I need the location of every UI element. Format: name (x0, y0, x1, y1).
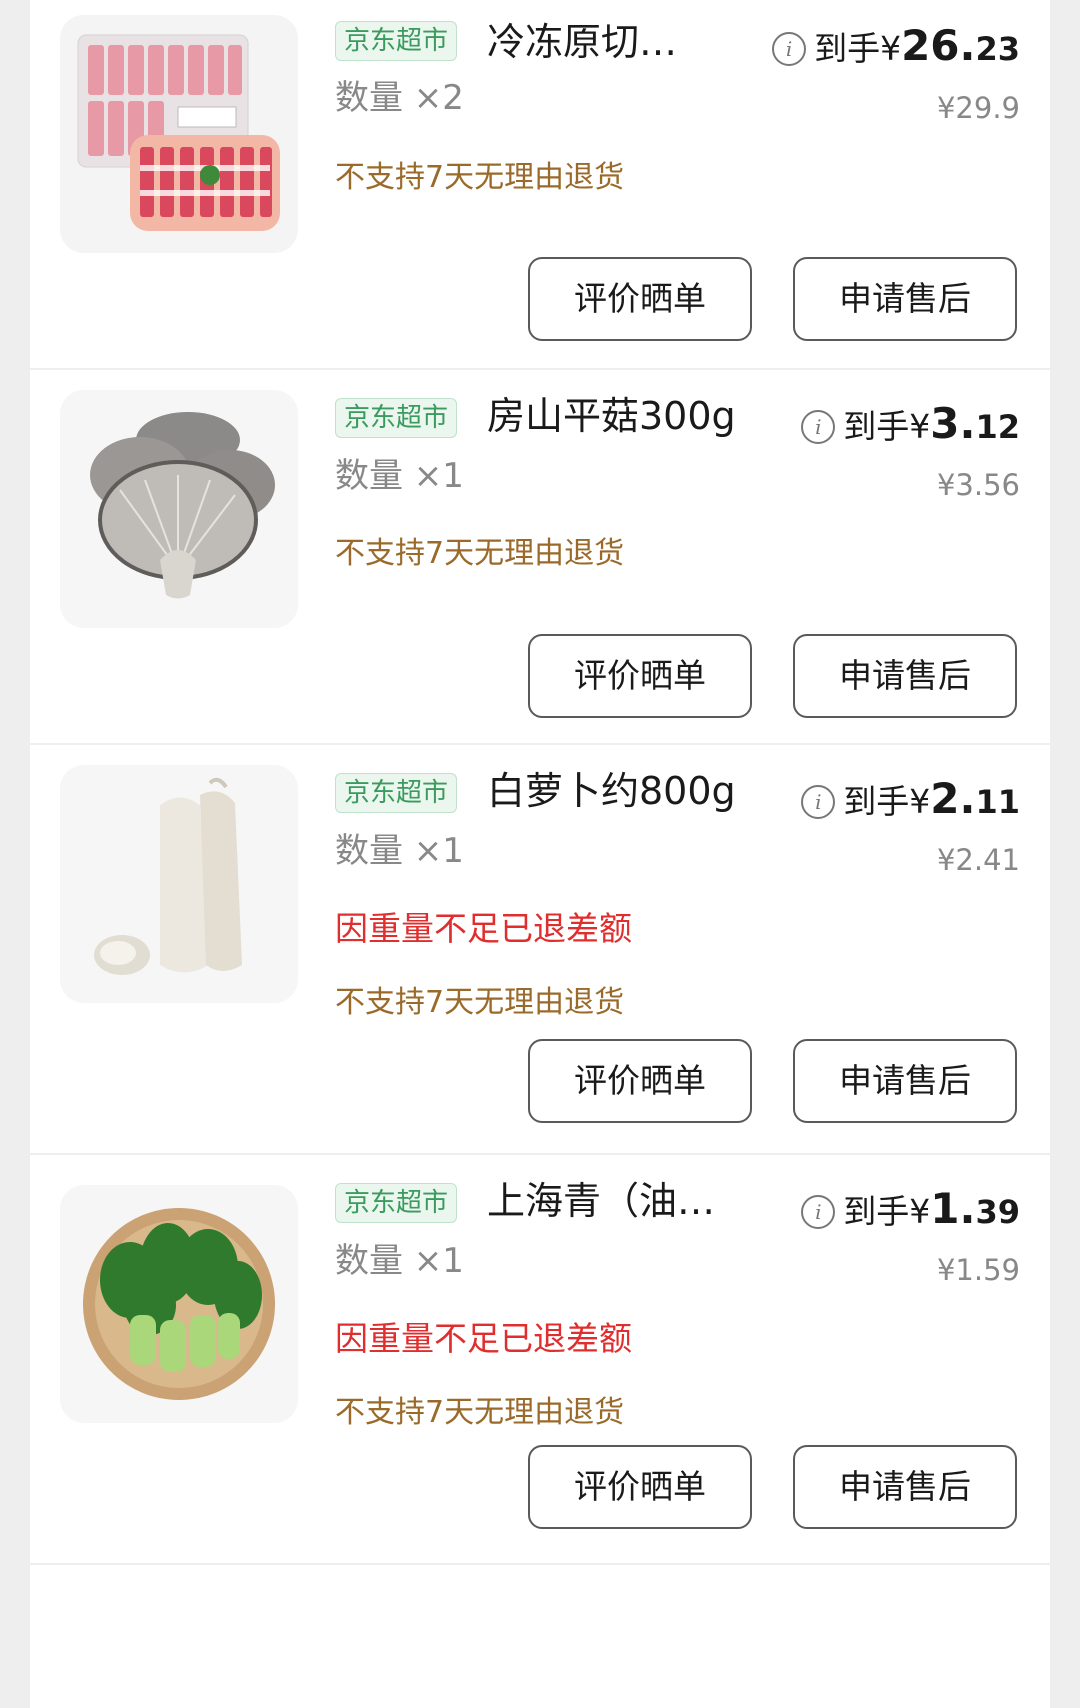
final-price[interactable]: i 到手¥1.39 (801, 1185, 1020, 1236)
info-icon[interactable]: i (801, 410, 836, 444)
after-sale-button[interactable]: 申请售后 (793, 257, 1017, 341)
list-item: 京东超市 房山平菇300g i 到手¥3.12 ¥3.56 数量 ×1 不支持7天… (30, 370, 1050, 745)
final-price[interactable]: i 到手¥26.23 (772, 22, 1020, 73)
info-icon[interactable]: i (801, 1195, 836, 1229)
final-price[interactable]: i 到手¥3.12 (801, 400, 1020, 451)
product-name[interactable]: 白萝卜约800g (487, 767, 757, 815)
after-sale-button[interactable]: 申请售后 (793, 1445, 1017, 1529)
original-price: ¥1.59 (936, 1253, 1020, 1287)
oyster-mushroom-image (60, 390, 298, 628)
review-button[interactable]: 评价晒单 (528, 634, 752, 718)
store-tag: 京东超市 (335, 773, 458, 813)
product-name[interactable]: 上海青（油… (487, 1177, 727, 1225)
white-radish-image (60, 765, 298, 1003)
review-button[interactable]: 评价晒单 (528, 1039, 752, 1123)
quantity-label: 数量 ×1 (335, 831, 464, 871)
return-policy-label: 不支持7天无理由退货 (335, 160, 625, 195)
original-price: ¥29.9 (936, 91, 1020, 125)
store-tag: 京东超市 (335, 21, 458, 61)
bok-choy-image (60, 1185, 298, 1423)
frozen-meat-image (60, 15, 298, 253)
original-price: ¥3.56 (936, 468, 1020, 502)
after-sale-button[interactable]: 申请售后 (793, 1039, 1017, 1123)
return-policy-label: 不支持7天无理由退货 (335, 536, 625, 571)
product-image[interactable] (60, 765, 298, 1003)
product-image[interactable] (60, 390, 298, 628)
info-icon[interactable]: i (801, 785, 836, 819)
list-item: 京东超市 上海青（油… i 到手¥1.39 ¥1.59 数量 ×1 因重量不足已退… (30, 1155, 1050, 1565)
final-price[interactable]: i 到手¥2.11 (801, 775, 1020, 826)
product-name[interactable]: 房山平菇300g (487, 392, 757, 440)
review-button[interactable]: 评价晒单 (528, 1445, 752, 1529)
store-tag: 京东超市 (335, 1183, 458, 1223)
refund-note: 因重量不足已退差额 (335, 1319, 632, 1358)
order-item-list: 京东超市 冷冻原切… i 到手¥26.23 ¥29.9 数量 ×2 不支持7天无理… (30, 0, 1050, 1708)
info-icon[interactable]: i (772, 32, 807, 66)
quantity-label: 数量 ×1 (335, 1241, 464, 1281)
store-tag: 京东超市 (335, 398, 458, 438)
return-policy-label: 不支持7天无理由退货 (335, 1395, 625, 1430)
product-image[interactable] (60, 1185, 298, 1423)
list-item: 京东超市 白萝卜约800g i 到手¥2.11 ¥2.41 数量 ×1 因重量不足… (30, 745, 1050, 1155)
quantity-label: 数量 ×2 (335, 78, 464, 118)
refund-note: 因重量不足已退差额 (335, 909, 632, 948)
quantity-label: 数量 ×1 (335, 456, 464, 496)
list-item: 京东超市 冷冻原切… i 到手¥26.23 ¥29.9 数量 ×2 不支持7天无理… (30, 0, 1050, 370)
original-price: ¥2.41 (936, 843, 1020, 877)
review-button[interactable]: 评价晒单 (528, 257, 752, 341)
product-name[interactable]: 冷冻原切… (487, 18, 717, 66)
product-image[interactable] (60, 15, 298, 253)
return-policy-label: 不支持7天无理由退货 (335, 985, 625, 1020)
after-sale-button[interactable]: 申请售后 (793, 634, 1017, 718)
